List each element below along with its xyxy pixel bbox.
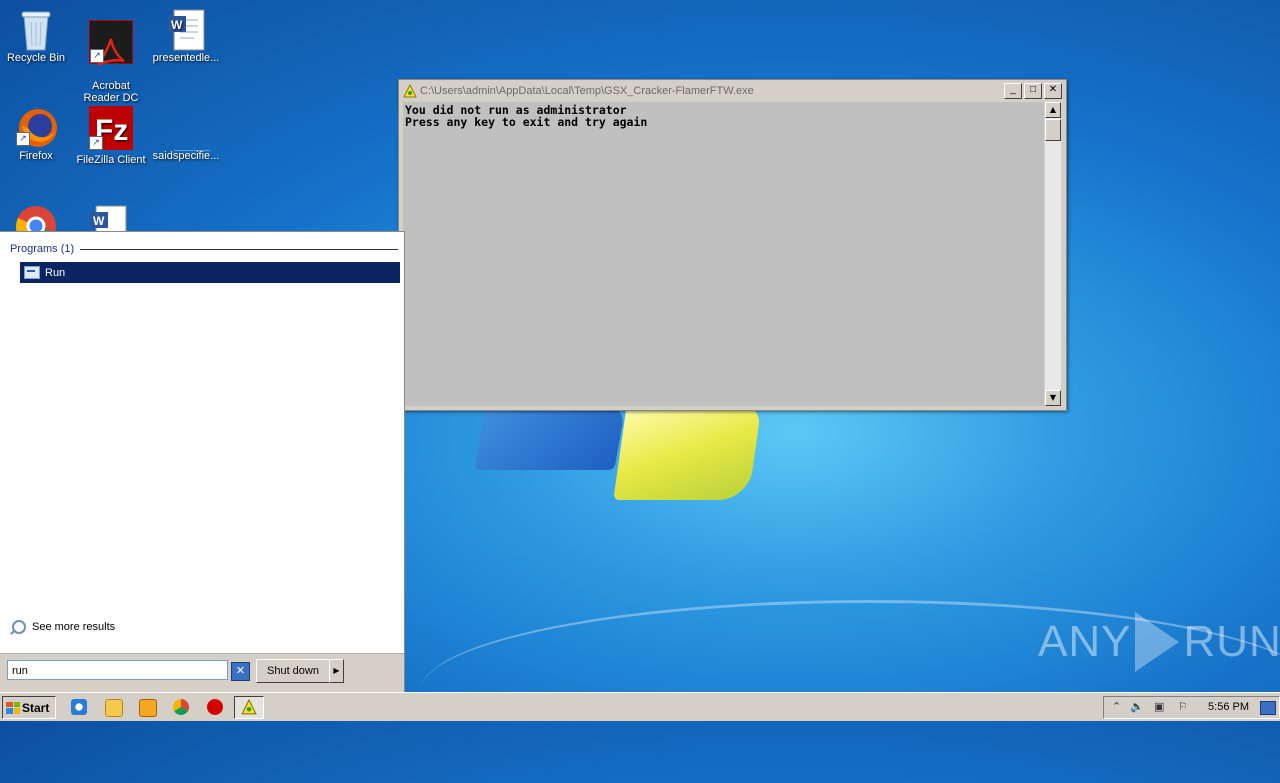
app-icon bbox=[241, 699, 257, 715]
minimize-button[interactable]: _ bbox=[1004, 82, 1022, 99]
chrome-taskbar-icon[interactable] bbox=[173, 699, 189, 715]
desktop-icon-recycle-bin[interactable]: Recycle Bin bbox=[0, 8, 74, 64]
scroll-up-icon[interactable]: ▲ bbox=[1045, 102, 1061, 118]
media-player-icon[interactable] bbox=[139, 699, 157, 717]
magnifier-icon bbox=[12, 620, 26, 634]
console-line: Press any key to exit and try again bbox=[405, 115, 648, 129]
run-icon bbox=[24, 266, 40, 279]
play-logo-icon bbox=[1135, 612, 1180, 672]
maximize-button[interactable]: □ bbox=[1024, 82, 1042, 99]
close-button[interactable]: ✕ bbox=[1044, 82, 1062, 99]
start-menu: Programs (1) Run See more results run ✕ … bbox=[0, 231, 405, 693]
console-output: You did not run as administrator Press a… bbox=[403, 102, 1044, 406]
show-hidden-icons-icon[interactable]: ⌃ bbox=[1112, 700, 1121, 713]
filezilla-icon: Fz ↗ bbox=[89, 106, 133, 150]
console-line: You did not run as administrator bbox=[405, 103, 627, 117]
desktop-icon-saidspecifie[interactable]: saidspecifie... bbox=[148, 106, 224, 162]
desktop-icon-presentedle[interactable]: W presentedle... bbox=[148, 8, 224, 64]
svg-text:W: W bbox=[171, 18, 183, 32]
wallpaper-logo-yellow bbox=[613, 405, 762, 500]
shutdown-button[interactable]: Shut down bbox=[256, 659, 330, 683]
scroll-down-icon[interactable]: ▼ bbox=[1045, 390, 1061, 406]
desktop-icon-filezilla[interactable]: Fz ↗ FileZilla Client bbox=[73, 106, 149, 166]
word-doc-icon[interactable]: W bbox=[88, 204, 134, 232]
network-icon[interactable]: ▣ bbox=[1154, 700, 1164, 713]
internet-explorer-icon[interactable] bbox=[71, 699, 87, 715]
volume-icon[interactable]: 🔈 bbox=[1130, 700, 1144, 713]
desktop-icon-label: presentedle... bbox=[152, 52, 220, 64]
desktop-icon-label: Firefox bbox=[19, 150, 53, 162]
show-desktop-icon[interactable] bbox=[1260, 701, 1276, 715]
acrobat-icon: ↗ bbox=[89, 20, 133, 67]
desktop-icon-label: Acrobat Reader DC bbox=[83, 80, 139, 104]
desktop-icon-acrobat[interactable]: ↗ Acrobat Reader DC bbox=[73, 8, 149, 104]
folder-icon[interactable] bbox=[105, 699, 123, 717]
action-center-flag-icon[interactable]: ⚐ bbox=[1178, 700, 1188, 713]
clock[interactable]: 5:56 PM bbox=[1208, 701, 1249, 713]
scroll-thumb[interactable] bbox=[1045, 119, 1061, 141]
system-tray: ⌃ 🔈 ▣ ⚐ 5:56 PM bbox=[1103, 696, 1280, 719]
shutdown-options-arrow-icon[interactable]: ▶ bbox=[329, 659, 344, 683]
anyrun-watermark: ANY RUN bbox=[1038, 612, 1280, 672]
shortcut-arrow-icon: ↗ bbox=[90, 49, 104, 63]
console-title: C:\Users\admin\AppData\Local\Temp\GSX_Cr… bbox=[420, 84, 754, 97]
taskbar: Start ⌃ 🔈 ▣ ⚐ 5:56 PM bbox=[0, 692, 1280, 721]
app-icon bbox=[403, 83, 417, 97]
desktop-icon-label: FileZilla Client bbox=[76, 154, 146, 166]
desktop-icon-label: saidspecifie... bbox=[152, 150, 220, 162]
section-divider bbox=[80, 248, 398, 250]
svg-text:W: W bbox=[93, 214, 105, 228]
search-result-label: Run bbox=[45, 266, 66, 279]
word-doc-icon: W bbox=[166, 8, 206, 51]
search-input[interactable]: run bbox=[7, 660, 228, 680]
programs-section-header: Programs (1) bbox=[10, 243, 398, 255]
recycle-bin-icon bbox=[16, 8, 56, 51]
console-taskbar-button[interactable] bbox=[234, 696, 264, 719]
start-button[interactable]: Start bbox=[2, 696, 56, 719]
console-scrollbar[interactable]: ▲ ▼ bbox=[1045, 102, 1061, 406]
desktop-icon-firefox[interactable]: ↗ Firefox bbox=[0, 106, 74, 162]
desktop-icon-label: Recycle Bin bbox=[6, 52, 66, 64]
chrome-icon[interactable] bbox=[14, 204, 58, 232]
firefox-icon: ↗ bbox=[16, 106, 57, 147]
wallpaper-logo-blue bbox=[474, 405, 626, 470]
blank-file-icon bbox=[166, 106, 210, 151]
search-result-run[interactable]: Run bbox=[20, 262, 400, 283]
shortcut-arrow-icon: ↗ bbox=[16, 132, 30, 146]
windows-logo-icon bbox=[6, 701, 20, 714]
shortcut-arrow-icon: ↗ bbox=[89, 136, 103, 150]
see-more-results-link[interactable]: See more results bbox=[12, 620, 115, 634]
opera-icon[interactable] bbox=[207, 699, 223, 715]
clear-search-icon[interactable]: ✕ bbox=[231, 662, 250, 681]
console-window[interactable]: C:\Users\admin\AppData\Local\Temp\GSX_Cr… bbox=[398, 79, 1067, 411]
console-title-bar[interactable]: C:\Users\admin\AppData\Local\Temp\GSX_Cr… bbox=[399, 80, 1066, 101]
start-menu-footer: run ✕ Shut down ▶ bbox=[0, 653, 404, 692]
